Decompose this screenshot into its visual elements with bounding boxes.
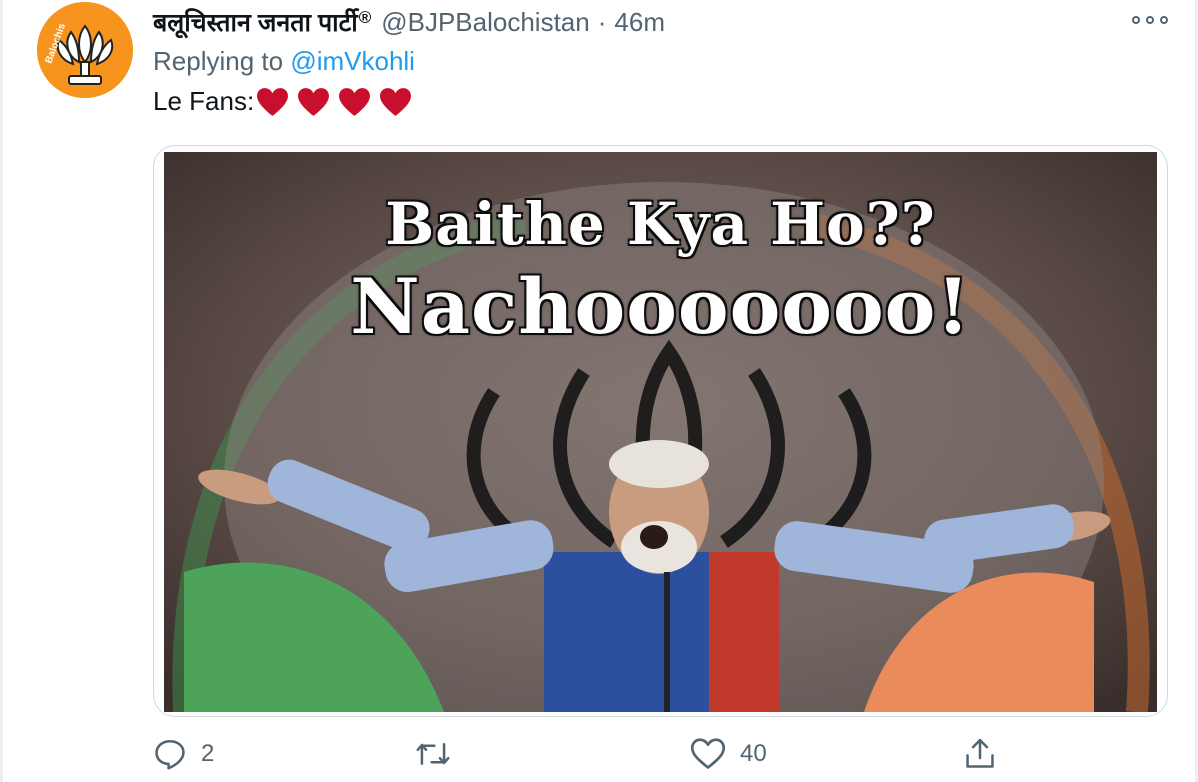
replying-prefix: Replying to bbox=[153, 46, 284, 76]
red-heart-icon bbox=[380, 87, 412, 116]
tweet-media[interactable]: Baithe Kya Ho?? Nachooooooo! bbox=[153, 145, 1168, 717]
media-image[interactable]: Baithe Kya Ho?? Nachooooooo! bbox=[164, 152, 1157, 712]
red-heart-icon bbox=[298, 87, 330, 116]
more-options-button[interactable] bbox=[1132, 8, 1168, 32]
retweet-icon bbox=[416, 743, 450, 765]
mention-link[interactable]: @imVkohli bbox=[290, 46, 415, 76]
share-icon bbox=[966, 738, 994, 768]
display-name[interactable]: बलूचिस्तान जनता पार्टी bbox=[153, 5, 358, 39]
emoji-group bbox=[256, 87, 420, 117]
replying-to: Replying to @imVkohli bbox=[153, 46, 415, 77]
like-button[interactable]: 40 bbox=[690, 730, 767, 778]
tweet-card[interactable]: Balochis बलूचिस्तान जनता पार्टी ® @BJPBa… bbox=[0, 0, 1198, 782]
share-button[interactable] bbox=[963, 730, 1011, 778]
red-heart-icon bbox=[339, 87, 371, 116]
timestamp[interactable]: 46m bbox=[614, 7, 665, 38]
red-heart-icon bbox=[257, 87, 289, 116]
heart-icon bbox=[690, 738, 726, 769]
registered-mark: ® bbox=[358, 8, 372, 27]
more-options-icon bbox=[1132, 16, 1140, 24]
separator: · bbox=[597, 6, 607, 37]
reply-icon bbox=[155, 739, 185, 770]
like-count: 40 bbox=[740, 740, 767, 767]
tweet-text: Le Fans: bbox=[153, 86, 420, 117]
meme-caption-line1: Baithe Kya Ho?? bbox=[385, 190, 936, 258]
reply-button[interactable]: 2 bbox=[153, 730, 214, 778]
retweet-button[interactable] bbox=[415, 730, 465, 778]
meme-caption-line2: Nachooooooo! bbox=[350, 262, 971, 351]
more-options-icon bbox=[1146, 16, 1154, 24]
avatar[interactable]: Balochis bbox=[37, 2, 133, 98]
user-handle[interactable]: @BJPBalochistan bbox=[381, 7, 590, 38]
more-options-icon bbox=[1160, 16, 1168, 24]
tweet-body: Le Fans: bbox=[153, 86, 255, 116]
tweet-header: बलूचिस्तान जनता पार्टी ® @BJPBalochistan… bbox=[153, 4, 665, 40]
reply-count: 2 bbox=[201, 740, 215, 767]
divider bbox=[0, 0, 3, 782]
action-bar: 2 40 bbox=[153, 730, 1168, 778]
lotus-logo-icon: Balochis bbox=[37, 2, 133, 98]
